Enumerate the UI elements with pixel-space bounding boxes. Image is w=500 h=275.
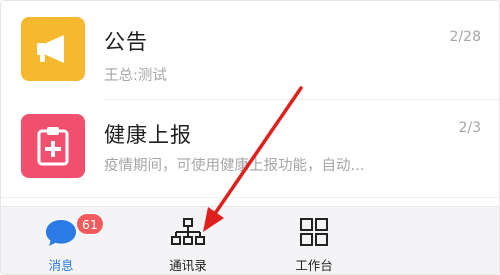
bottom-tab-bar: 61 消息 通讯录 工作台 <box>1 206 499 274</box>
megaphone-icon <box>21 17 85 81</box>
clipboard-plus-icon <box>21 114 85 178</box>
item-count: 2/3 <box>458 120 481 136</box>
list-item-announcement[interactable]: 公告 王总:测试 2/28 <box>1 1 499 96</box>
item-count: 2/28 <box>449 29 481 45</box>
item-title: 公告 <box>104 30 148 54</box>
item-preview: 王总:测试 <box>104 68 167 84</box>
app-screen: 公告 王总:测试 2/28 健康上报 疫情期间，可使用健康上报功能，自动... … <box>0 0 500 275</box>
tab-label: 消息 <box>48 258 74 273</box>
tab-label: 工作台 <box>295 258 333 273</box>
item-title: 健康上报 <box>104 123 192 147</box>
grid-icon <box>299 217 329 251</box>
tab-messages[interactable]: 61 消息 <box>6 207 116 274</box>
divider <box>1 197 499 198</box>
org-chart-icon <box>171 217 205 251</box>
tab-workbench[interactable]: 工作台 <box>259 207 369 274</box>
chat-bubble-icon <box>44 217 78 251</box>
divider <box>104 99 499 100</box>
unread-badge: 61 <box>76 213 104 235</box>
list-item-health-report[interactable]: 健康上报 疫情期间，可使用健康上报功能，自动... 2/3 <box>1 101 499 196</box>
message-list: 公告 王总:测试 2/28 健康上报 疫情期间，可使用健康上报功能，自动... … <box>1 1 499 206</box>
item-preview: 疫情期间，可使用健康上报功能，自动... <box>104 158 365 174</box>
tab-label: 通讯录 <box>169 258 207 273</box>
tab-contacts[interactable]: 通讯录 <box>133 207 243 274</box>
